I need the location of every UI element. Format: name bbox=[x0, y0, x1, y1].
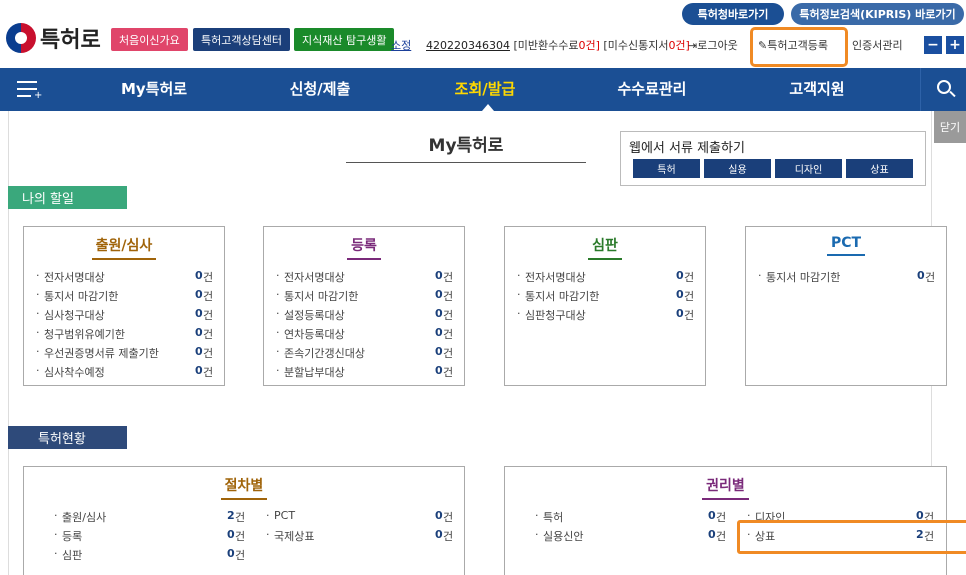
todo-section-label: 나의 할일 bbox=[8, 186, 127, 209]
list-item[interactable]: · 통지서 마감기한 0 건 bbox=[517, 288, 697, 307]
submit-trademark-button[interactable]: 상표 bbox=[846, 159, 913, 178]
logout-label: 로그아웃 bbox=[697, 39, 738, 52]
todo-card-pct: PCT · 통지서 마감기한 0 건 bbox=[745, 226, 947, 386]
web-submit-title: 웹에서 서류 제출하기 bbox=[629, 141, 745, 156]
procedure-list-right: · PCT 0 건 · 국제상표 0 건 bbox=[266, 509, 456, 547]
logout-icon: ⇥ bbox=[688, 39, 698, 52]
list-item[interactable]: · 심판청구대상 0 건 bbox=[517, 307, 697, 326]
card-title: 심판 bbox=[588, 235, 622, 260]
zoom-out-button[interactable]: − bbox=[924, 36, 942, 54]
todo-list: · 전자서명대상 0 건 · 통지서 마감기한 0 건 · 심판청구대상 0 건 bbox=[517, 269, 697, 326]
call-center-button[interactable]: 특허고객상담센터 bbox=[193, 28, 290, 51]
affiliation-link[interactable]: 소정 bbox=[391, 37, 411, 53]
nav-fee-management[interactable]: 수수료관리 bbox=[592, 68, 712, 111]
list-item[interactable]: · PCT 0 건 bbox=[266, 509, 456, 528]
list-item[interactable]: · 국제상표 0 건 bbox=[266, 528, 456, 547]
logo-text: 특허로 bbox=[40, 28, 101, 53]
zoom-in-button[interactable]: + bbox=[946, 36, 964, 54]
list-item[interactable]: · 실용신안 0 건 bbox=[535, 528, 726, 547]
trademark-highlight bbox=[737, 520, 966, 554]
account-info: 420220346304 [미반환수수료0건] [미수신통지서0건] bbox=[426, 37, 690, 53]
logout-button[interactable]: ⇥로그아웃 bbox=[688, 37, 738, 53]
active-nav-caret bbox=[482, 104, 494, 111]
list-item[interactable]: · 분할납부대상 0 건 bbox=[276, 364, 456, 383]
kipris-link[interactable]: 특허정보검색(KIPRIS) 바로가기 bbox=[791, 3, 964, 25]
list-item[interactable]: · 전자서명대상 0 건 bbox=[276, 269, 456, 288]
card-title: 절차별 bbox=[220, 475, 268, 500]
list-item[interactable]: · 통지서 마감기한 0 건 bbox=[276, 288, 456, 307]
list-item[interactable]: · 등록 0 건 bbox=[54, 528, 245, 547]
logo[interactable]: 특허로 bbox=[6, 22, 101, 54]
card-title: 출원/심사 bbox=[91, 235, 157, 260]
nav-customer-support[interactable]: 고객지원 bbox=[757, 68, 877, 111]
list-item[interactable]: · 전자서명대상 0 건 bbox=[36, 269, 216, 288]
web-submit-box: 웹에서 서류 제출하기 특허 실용 디자인 상표 bbox=[620, 131, 926, 186]
list-item[interactable]: · 존속기간갱신대상 0 건 bbox=[276, 345, 456, 364]
taegeuk-logo-icon bbox=[6, 23, 36, 53]
page-title: My특허로 bbox=[346, 131, 586, 163]
todo-card-application: 출원/심사 · 전자서명대상 0 건 · 통지서 마감기한 0 건 · 심사청구대상 0 건 · 청… bbox=[23, 226, 225, 386]
list-item[interactable]: · 심판 0 건 bbox=[54, 547, 245, 566]
status-card-procedure: 절차별 · 출원/심사 2 건 · 등록 0 건 · 심판 0 건 · PCT 0 건 · 국제상표 0 건 bbox=[23, 466, 465, 575]
list-item[interactable]: · 심사착수예정 0 건 bbox=[36, 364, 216, 383]
first-visit-button[interactable]: 처음이신가요 bbox=[111, 28, 188, 51]
unpaid-refund-value[interactable]: 0건] bbox=[579, 39, 600, 52]
card-title: 권리별 bbox=[702, 475, 749, 500]
list-item[interactable]: · 출원/심사 2 건 bbox=[54, 509, 245, 528]
unread-notice-value[interactable]: 0건] bbox=[668, 39, 689, 52]
menu-icon[interactable]: + bbox=[17, 79, 42, 101]
unread-notice-label: [미수신통지서 bbox=[603, 39, 669, 52]
card-title: 등록 bbox=[347, 235, 381, 260]
list-item[interactable]: · 전자서명대상 0 건 bbox=[517, 269, 697, 288]
ip-explore-button[interactable]: 지식재산 탐구생활 bbox=[294, 28, 395, 51]
todo-card-registration: 등록 · 전자서명대상 0 건 · 통지서 마감기한 0 건 · 설정등록대상 0 건 · 연차등록… bbox=[263, 226, 465, 386]
todo-list: · 통지서 마감기한 0 건 bbox=[758, 269, 938, 288]
submit-patent-button[interactable]: 특허 bbox=[633, 159, 700, 178]
todo-card-trial: 심판 · 전자서명대상 0 건 · 통지서 마감기한 0 건 · 심판청구대상 0 건 bbox=[504, 226, 706, 386]
list-item[interactable]: · 설정등록대상 0 건 bbox=[276, 307, 456, 326]
cert-manage-link[interactable]: 인증서관리 bbox=[852, 37, 903, 53]
close-panel-button[interactable]: 닫기 bbox=[934, 111, 966, 143]
list-item[interactable]: · 특허 0 건 bbox=[535, 509, 726, 528]
nav-my-patentro[interactable]: My특허로 bbox=[94, 68, 214, 111]
unpaid-refund-label: [미반환수수료 bbox=[513, 39, 579, 52]
status-section-label: 특허현황 bbox=[8, 426, 127, 449]
list-item[interactable]: · 통지서 마감기한 0 건 bbox=[36, 288, 216, 307]
todo-list: · 전자서명대상 0 건 · 통지서 마감기한 0 건 · 심사청구대상 0 건 · 청구범위유예기… bbox=[36, 269, 216, 383]
submit-utility-button[interactable]: 실용 bbox=[704, 159, 771, 178]
nav-apply-submit[interactable]: 신청/제출 bbox=[260, 68, 380, 111]
list-item[interactable]: · 청구범위유예기한 0 건 bbox=[36, 326, 216, 345]
todo-list: · 전자서명대상 0 건 · 통지서 마감기한 0 건 · 설정등록대상 0 건 · 연차등록대상 0… bbox=[276, 269, 456, 383]
card-title: PCT bbox=[826, 235, 866, 256]
list-item[interactable]: · 우선권증명서류 제출기한 0 건 bbox=[36, 345, 216, 364]
right-list-left: · 특허 0 건 · 실용신안 0 건 bbox=[535, 509, 726, 547]
procedure-list-left: · 출원/심사 2 건 · 등록 0 건 · 심판 0 건 bbox=[54, 509, 245, 566]
search-button[interactable] bbox=[920, 68, 966, 111]
list-item[interactable]: · 연차등록대상 0 건 bbox=[276, 326, 456, 345]
register-highlight bbox=[750, 27, 848, 67]
kipo-link[interactable]: 특허청바로가기 bbox=[682, 3, 784, 25]
list-item[interactable]: · 통지서 마감기한 0 건 bbox=[758, 269, 938, 288]
submit-design-button[interactable]: 디자인 bbox=[775, 159, 842, 178]
list-item[interactable]: · 심사청구대상 0 건 bbox=[36, 307, 216, 326]
customer-number[interactable]: 420220346304 bbox=[426, 39, 510, 52]
